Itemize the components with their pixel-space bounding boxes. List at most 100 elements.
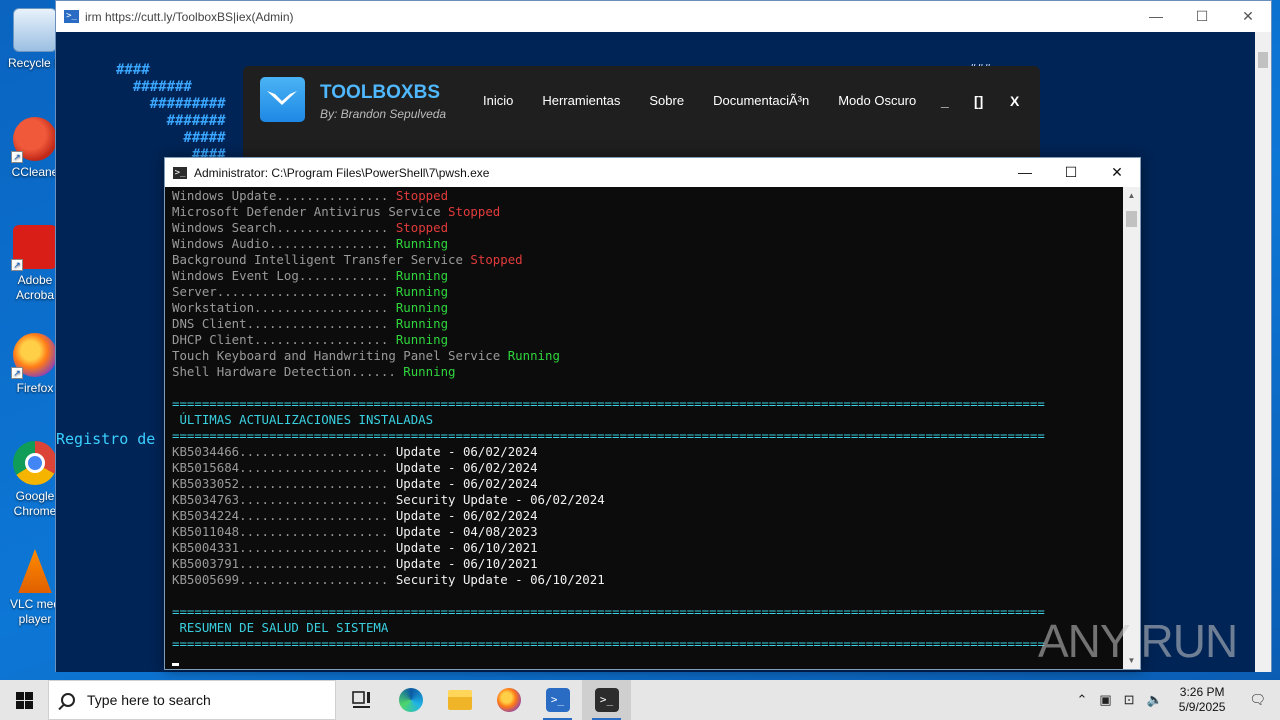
taskbar-pwsh[interactable]: >_	[582, 680, 631, 720]
service-status: Stopped	[470, 252, 523, 267]
powershell-icon: >_	[545, 688, 570, 712]
service-name: Windows Event Log............	[172, 268, 389, 283]
service-status: Running	[395, 236, 449, 251]
volume-icon[interactable]: 🔈	[1141, 692, 1169, 708]
vlc-icon	[18, 549, 52, 593]
update-desc: Update - 06/10/2021	[395, 556, 538, 571]
update-row: KB5004331.................... Update - 0…	[172, 540, 1124, 556]
service-name: Touch Keyboard and Handwriting Panel Ser…	[172, 348, 501, 363]
service-status: Running	[395, 316, 449, 331]
update-desc: Update - 04/08/2023	[395, 524, 538, 539]
section-heading-health: RESUMEN DE SALUD DEL SISTEMA	[172, 620, 389, 635]
minimize-button[interactable]: —	[1002, 158, 1048, 187]
update-kb: KB5011048....................	[172, 524, 389, 539]
close-button[interactable]: ✕	[1094, 158, 1140, 187]
search-placeholder: Type here to search	[87, 692, 211, 708]
minimize-button[interactable]: —	[1133, 1, 1179, 32]
update-row: KB5034763.................... Security U…	[172, 492, 1124, 508]
task-view-icon	[351, 691, 370, 708]
network-icon[interactable]: ⊡	[1118, 692, 1141, 708]
brand-byline: By: Brandon Sepulveda	[320, 107, 447, 121]
taskbar-edge[interactable]	[386, 680, 435, 720]
service-status: Running	[395, 300, 449, 315]
scrollbar-thumb[interactable]	[1126, 211, 1137, 227]
search-icon	[61, 693, 75, 707]
service-status: Running	[395, 284, 449, 299]
update-row: KB5005699.................... Security U…	[172, 572, 1124, 588]
windows-logo-icon	[15, 691, 33, 709]
watermark: ANY RUN	[1038, 615, 1238, 667]
maximize-button[interactable]: ☐	[1179, 1, 1225, 32]
taskbar-search[interactable]: Type here to search	[48, 680, 336, 720]
service-name: Windows Update...............	[172, 188, 389, 203]
service-name: Microsoft Defender Antivirus Service	[172, 204, 441, 219]
cursor-line	[172, 652, 1124, 668]
scroll-up-button[interactable]: ▲	[1123, 187, 1140, 204]
window-titlebar[interactable]: >_ irm https://cutt.ly/ToolboxBS|iex(Adm…	[56, 1, 1271, 32]
separator: ========================================…	[172, 604, 1045, 619]
update-row: KB5033052.................... Update - 0…	[172, 476, 1124, 492]
chevron-up-icon[interactable]: ⌃	[1070, 692, 1093, 708]
console-area[interactable]: Windows Update............... Stopped Mic…	[165, 187, 1124, 669]
scrollbar[interactable]	[1255, 32, 1271, 672]
update-kb: KB5033052....................	[172, 476, 389, 491]
separator: ========================================…	[172, 428, 1045, 443]
window-title: irm https://cutt.ly/ToolboxBS|iex(Admin)	[85, 9, 294, 24]
adobe-acrobat-icon: ↗	[11, 225, 57, 271]
ascii-art: #### ####### ######### ####### ##### ###…	[116, 62, 226, 163]
nav-modo-oscuro[interactable]: Modo Oscuro	[838, 93, 916, 108]
toolboxbs-window[interactable]: TOOLBOXBS By: Brandon Sepulveda Inicio H…	[243, 66, 1040, 159]
service-name: Background Intelligent Transfer Service	[172, 252, 463, 267]
toolboxbs-logo-icon	[260, 77, 305, 122]
window-title: Administrator: C:\Program Files\PowerShe…	[194, 165, 490, 180]
separator: ========================================…	[172, 396, 1045, 411]
brand-title: TOOLBOXBS	[320, 82, 440, 103]
pwsh-window[interactable]: >_ Administrator: C:\Program Files\Power…	[164, 157, 1141, 670]
clock[interactable]: 3:26 PM 5/9/2025	[1169, 685, 1236, 715]
update-kb: KB5004331....................	[172, 540, 389, 555]
update-row: KB5034224.................... Update - 0…	[172, 508, 1124, 524]
nav-documentacion[interactable]: DocumentaciÃ³n	[713, 93, 809, 108]
service-name: Windows Search...............	[172, 220, 389, 235]
device-icon[interactable]: ▣	[1093, 692, 1117, 708]
recycle-bin-icon	[13, 8, 57, 52]
scrollbar[interactable]: ▲ ▼	[1123, 187, 1140, 669]
service-status: Running	[395, 268, 449, 283]
task-view-button[interactable]	[337, 680, 386, 720]
service-row: Server....................... Running	[172, 284, 1124, 300]
window-titlebar[interactable]: >_ Administrator: C:\Program Files\Power…	[165, 158, 1140, 187]
service-name: Server.......................	[172, 284, 389, 299]
section-heading-updates: ÚLTIMAS ACTUALIZACIONES INSTALADAS	[172, 412, 434, 427]
clock-time: 3:26 PM	[1179, 685, 1225, 699]
nav-inicio[interactable]: Inicio	[483, 93, 513, 108]
firefox-icon	[496, 688, 521, 712]
scrollbar-thumb[interactable]	[1258, 52, 1268, 68]
pwsh-icon: >_	[173, 166, 187, 179]
update-desc: Update - 06/02/2024	[395, 460, 538, 475]
update-kb: KB5034763....................	[172, 492, 389, 507]
close-button[interactable]: ✕	[1225, 1, 1271, 32]
update-kb: KB5034224....................	[172, 508, 389, 523]
edge-icon	[398, 688, 423, 712]
toolbox-close-button[interactable]: X	[1010, 93, 1019, 109]
registro-text: Registro de	[56, 430, 156, 448]
service-row: Windows Event Log............ Running	[172, 268, 1124, 284]
start-button[interactable]	[0, 680, 48, 720]
toolbox-minimize-button[interactable]: _	[941, 93, 949, 109]
nav-herramientas[interactable]: Herramientas	[542, 93, 620, 108]
nav-sobre[interactable]: Sobre	[649, 93, 684, 108]
notification-icon[interactable]: 🗨	[1235, 692, 1280, 708]
maximize-button[interactable]: ☐	[1048, 158, 1094, 187]
taskbar-powershell[interactable]: >_	[533, 680, 582, 720]
chrome-icon	[13, 441, 57, 485]
desktop-icon-label: Google Chrome	[13, 489, 57, 518]
toolbox-maximize-button[interactable]: []	[974, 93, 983, 109]
desktop-icon-label: Adobe Acroba	[15, 273, 55, 302]
update-desc: Update - 06/02/2024	[395, 476, 538, 491]
update-desc: Security Update - 06/02/2024	[395, 492, 605, 507]
taskbar-file-explorer[interactable]	[435, 680, 484, 720]
service-row: Windows Audio................ Running	[172, 236, 1124, 252]
taskbar-firefox[interactable]	[484, 680, 533, 720]
service-status: Running	[507, 348, 560, 363]
